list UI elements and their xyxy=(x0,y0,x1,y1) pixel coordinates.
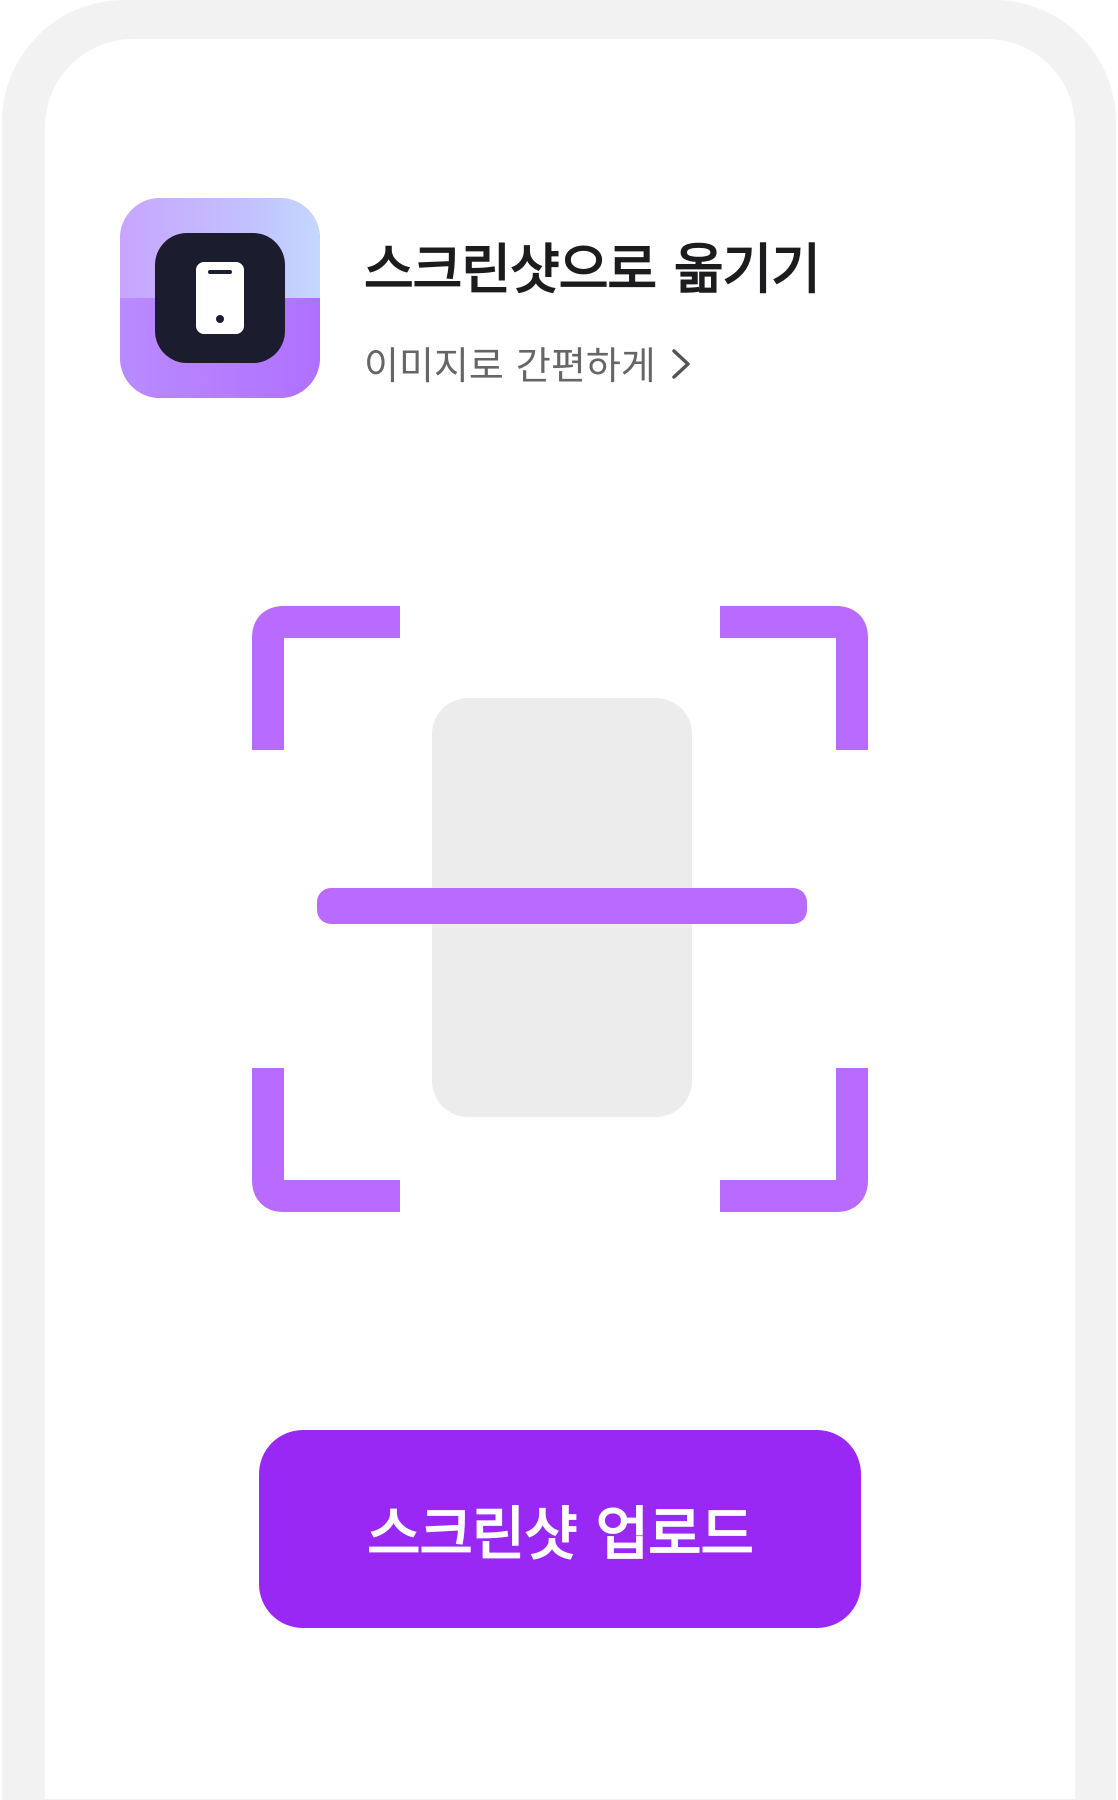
phone-speaker xyxy=(208,270,232,274)
subtitle-text: 이미지로 간편하게 xyxy=(364,344,656,388)
scan-illustration xyxy=(252,606,868,1212)
subtitle-link[interactable]: 이미지로 간편하게 xyxy=(364,335,696,390)
scan-line xyxy=(317,888,807,924)
phone-home-dot xyxy=(216,315,224,323)
scan-corner-top-right xyxy=(720,606,868,750)
app-icon-badge xyxy=(155,233,285,363)
scan-corner-bottom-left xyxy=(252,1068,400,1212)
upload-screenshot-button[interactable]: 스크린샷 업로드 xyxy=(259,1430,861,1628)
phone-frame: 스크린샷으로 옮기기 이미지로 간편하게 스크린샷 업로드 xyxy=(0,0,1118,1800)
scan-corner-bottom-right xyxy=(720,1068,868,1212)
phone-icon xyxy=(196,262,244,334)
page-title: 스크린샷으로 옮기기 xyxy=(364,238,821,301)
app-icon xyxy=(120,198,320,398)
scan-corner-top-left xyxy=(252,606,400,750)
chevron-right-icon xyxy=(666,346,696,380)
